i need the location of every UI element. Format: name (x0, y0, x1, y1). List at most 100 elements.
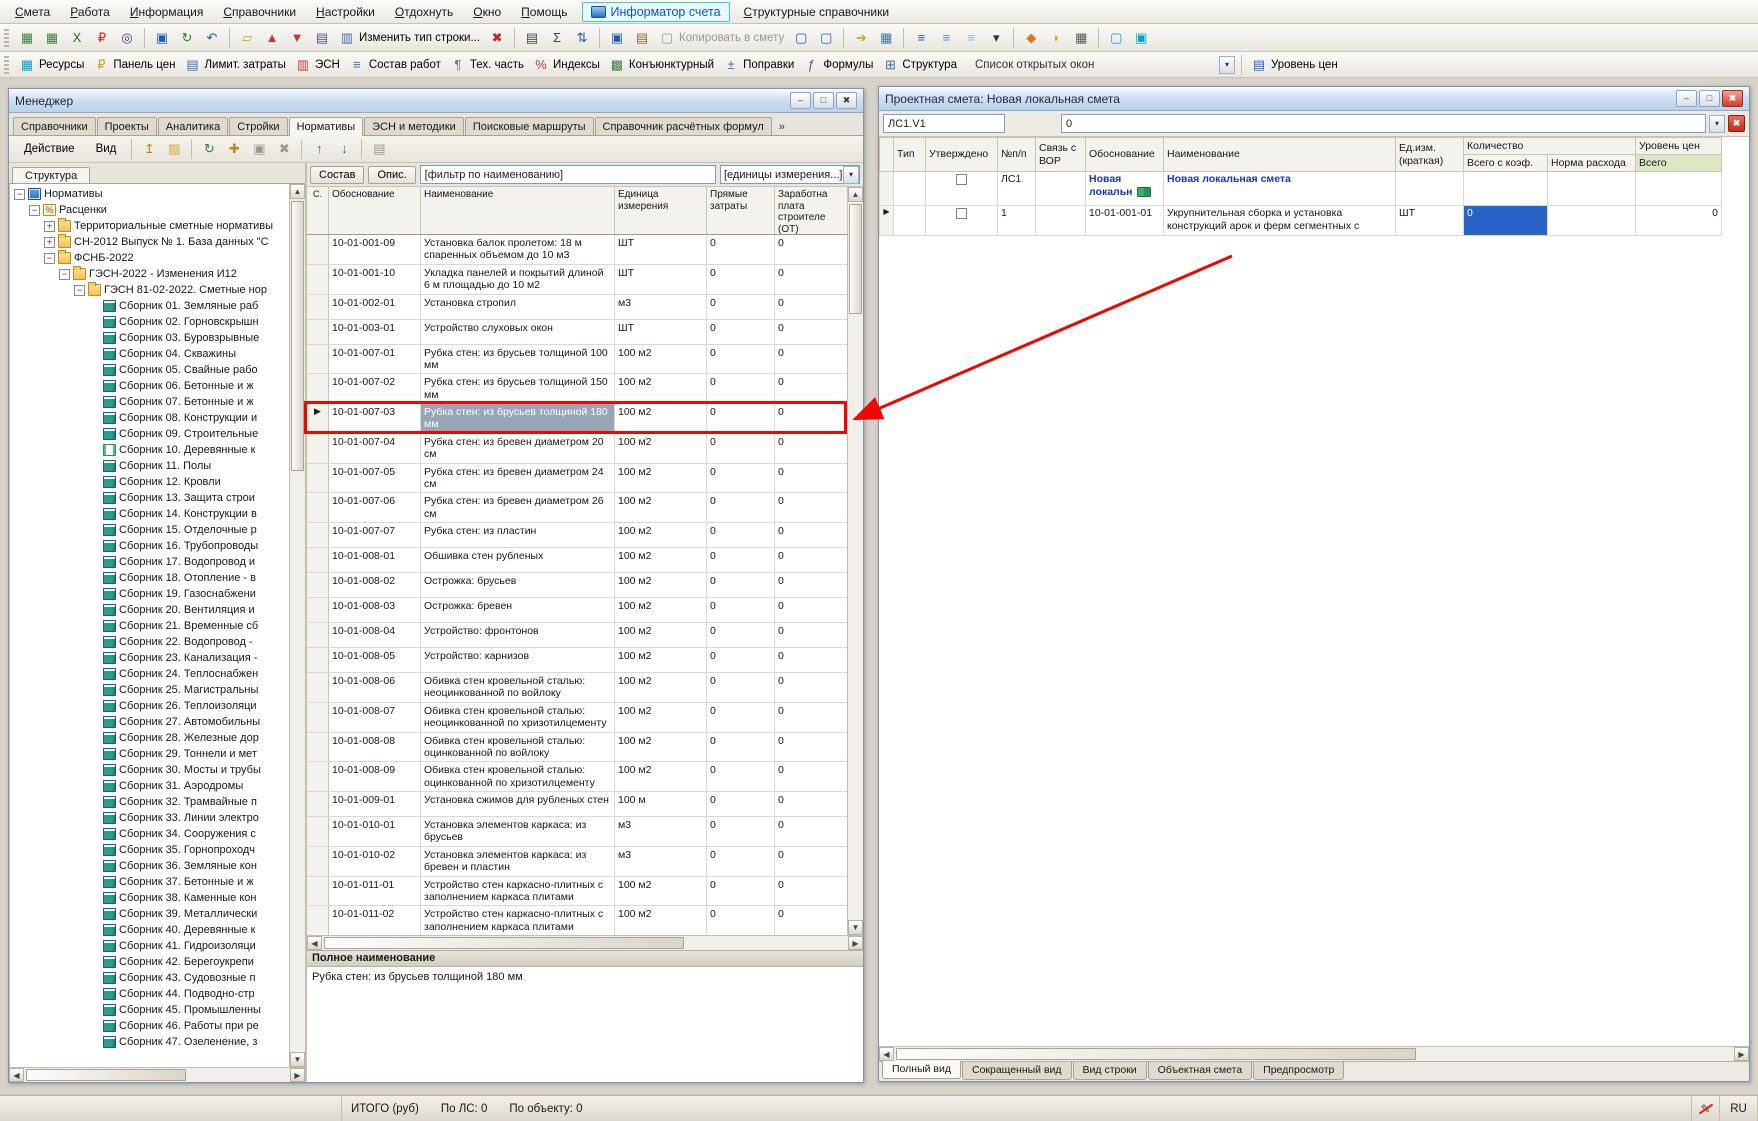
scroll-up-icon[interactable]: ▲ (848, 187, 863, 202)
grid-column-header[interactable]: С. (307, 187, 329, 234)
tree-item[interactable]: +Территориальные сметные нормативы (10, 218, 289, 234)
chevron-down-icon[interactable]: ▾ (1709, 115, 1725, 133)
estimate-horizontal-scrollbar[interactable]: ◀ ▶ (879, 1046, 1749, 1061)
grid-row[interactable]: 10-01-002-01Установка стропилм300 (307, 295, 847, 320)
toolbar-grip[interactable] (4, 56, 9, 74)
layers-icon[interactable]: ▢ (1104, 27, 1128, 49)
paste-icon[interactable]: ▤ (630, 27, 654, 49)
formulas-button[interactable]: ƒФормулы (799, 54, 877, 76)
menu-informer-item[interactable]: Информатор счета (582, 2, 730, 22)
approved-checkbox[interactable] (956, 174, 967, 185)
edit-row-icon[interactable]: ▱ (235, 27, 259, 49)
tree-expander-icon[interactable]: − (59, 269, 70, 280)
cell-total[interactable] (1636, 172, 1722, 206)
append-row-icon[interactable]: ▼ (285, 27, 309, 49)
tree-item[interactable]: −ФСНБ-2022 (10, 250, 289, 266)
grid-row[interactable]: 10-01-010-02Установка элементов каркаса:… (307, 847, 847, 877)
cell-vor-link[interactable] (1036, 206, 1086, 236)
grid-column-header[interactable]: Наименование (421, 187, 615, 234)
close-icon[interactable]: ✖ (836, 92, 857, 109)
chevron-down-icon[interactable]: ▾ (1219, 56, 1235, 74)
grid-horizontal-scrollbar[interactable]: ◀ ▶ (307, 935, 863, 950)
column-number[interactable]: №п/п (998, 138, 1036, 172)
send-to-icon[interactable]: ➔ (849, 27, 873, 49)
tree-item[interactable]: Сборник 28. Железные дор (10, 730, 289, 746)
tree-expander-icon[interactable]: − (74, 285, 85, 296)
grid-row[interactable]: 10-01-008-02Острожка: брусьев100 м200 (307, 573, 847, 598)
menu-item[interactable]: Отдохнуть (386, 2, 462, 22)
grid-row[interactable]: 10-01-008-05Устройство: карнизов100 м200 (307, 648, 847, 673)
tree-item[interactable]: Сборник 20. Вентиляция и (10, 602, 289, 618)
manager-tab[interactable]: Стройки (229, 117, 287, 135)
tree-item[interactable]: Сборник 22. Водопровод - (10, 634, 289, 650)
column-total[interactable]: Всего (1636, 155, 1722, 172)
minimize-icon[interactable]: – (790, 92, 811, 109)
tech-part-button[interactable]: ¶Тех. часть (446, 54, 528, 76)
scroll-up-icon[interactable]: ▲ (290, 184, 305, 199)
tree-item[interactable]: Сборник 06. Бетонные и ж (10, 378, 289, 394)
calculator-icon[interactable]: ▦ (1069, 27, 1093, 49)
grid-row[interactable]: 10-01-009-01Установка сжимов для рублены… (307, 792, 847, 817)
cell-type[interactable] (894, 206, 926, 236)
scroll-left-icon[interactable]: ◀ (879, 1047, 894, 1061)
tree-item[interactable]: Сборник 19. Газоснабжени (10, 586, 289, 602)
column-name[interactable]: Наименование (1164, 138, 1396, 172)
cell-unit[interactable] (1396, 172, 1464, 206)
description-button[interactable]: Опис. (368, 166, 415, 184)
indexes-button[interactable]: %Индексы (529, 54, 604, 76)
minimize-icon[interactable]: – (1676, 90, 1697, 107)
tree-item[interactable]: Сборник 10. Деревянные к (10, 442, 289, 458)
cell-approved[interactable] (926, 172, 998, 206)
tree-item[interactable]: −ГЭСН 81-02-2022. Сметные нор (10, 282, 289, 298)
tree-horizontal-scrollbar[interactable]: ◀ ▶ (9, 1067, 305, 1082)
structure-button[interactable]: ⊞Структура (878, 54, 961, 76)
column-vor-link[interactable]: Связь с ВОР (1036, 138, 1086, 172)
grid-vertical-scrollbar[interactable]: ▲ ▼ (847, 187, 863, 935)
column-type[interactable]: Тип (894, 138, 926, 172)
tree-item[interactable]: −Нормативы (10, 186, 289, 202)
price-level-button[interactable]: ▤ Уровень цен (1247, 54, 1342, 76)
scroll-down-icon[interactable]: ▼ (848, 920, 863, 935)
grid-row[interactable]: 10-01-007-05Рубка стен: из бревен диамет… (307, 464, 847, 494)
tree-item[interactable]: Сборник 12. Кровли (10, 474, 289, 490)
tree-item[interactable]: Сборник 43. Судовозные п (10, 970, 289, 986)
cell-vor-link[interactable] (1036, 172, 1086, 206)
tree-item[interactable]: Сборник 37. Бетонные и ж (10, 874, 289, 890)
cell-number[interactable]: 1 (998, 206, 1036, 236)
limit-costs-button[interactable]: ▤Лимит. затраты (180, 54, 289, 76)
manager-tab[interactable]: Справочники (13, 117, 96, 135)
tree-item[interactable]: Сборник 11. Полы (10, 458, 289, 474)
approved-checkbox[interactable] (956, 208, 967, 219)
tab-structure[interactable]: Структура (12, 167, 90, 183)
view-tab[interactable]: Сокращенный вид (962, 1062, 1072, 1080)
totals-icon[interactable]: Σ (545, 27, 569, 49)
tree-item[interactable]: Сборник 09. Строительные (10, 426, 289, 442)
grid-row[interactable]: 10-01-007-06Рубка стен: из бревен диамет… (307, 493, 847, 523)
tree-item[interactable]: Сборник 44. Подводно-стр (10, 986, 289, 1002)
action-menu-action[interactable]: Действие (14, 138, 85, 160)
cell-approved[interactable] (926, 206, 998, 236)
coefficients-icon[interactable]: ◗ (1044, 27, 1068, 49)
delete-row-icon[interactable]: ✖ (485, 27, 509, 49)
tree-item[interactable]: Сборник 03. Буровзрывные (10, 330, 289, 346)
grid-row[interactable]: 10-01-003-01Устройство слуховых оконШТ00 (307, 320, 847, 345)
grid-row[interactable]: 10-01-008-07Обивка стен кровельной сталь… (307, 703, 847, 733)
scroll-right-icon[interactable]: ▶ (1734, 1047, 1749, 1061)
group-levels-dropdown[interactable]: ▾ (984, 27, 1008, 49)
open-windows-combo[interactable]: Список открытых окон ▾ (968, 55, 1236, 75)
close-document-button[interactable]: ✖ (1728, 115, 1745, 132)
grid-row[interactable]: 10-01-008-03Острожка: бревен100 м200 (307, 598, 847, 623)
scroll-down-icon[interactable]: ▼ (290, 1052, 305, 1067)
column-quantity-group[interactable]: Количество (1464, 138, 1636, 155)
grid-row[interactable]: 10-01-007-07Рубка стен: из пластин100 м2… (307, 523, 847, 548)
copy-icon[interactable]: ▣ (605, 27, 629, 49)
grid-row[interactable]: 10-01-001-10Укладка панелей и покрытий д… (307, 265, 847, 295)
menu-item[interactable]: Информация (121, 2, 212, 22)
cell-qty-norm[interactable] (1548, 172, 1636, 206)
cell-name[interactable]: Новая локальная смета (1164, 172, 1396, 206)
tree-expander-icon[interactable]: + (44, 237, 55, 248)
work-composition-button[interactable]: ≡Состав работ (345, 54, 445, 76)
tree-item[interactable]: Сборник 45. Промышленны (10, 1002, 289, 1018)
cell-justification[interactable]: 10-01-001-01 (1086, 206, 1164, 236)
scroll-right-icon[interactable]: ▶ (848, 936, 863, 950)
